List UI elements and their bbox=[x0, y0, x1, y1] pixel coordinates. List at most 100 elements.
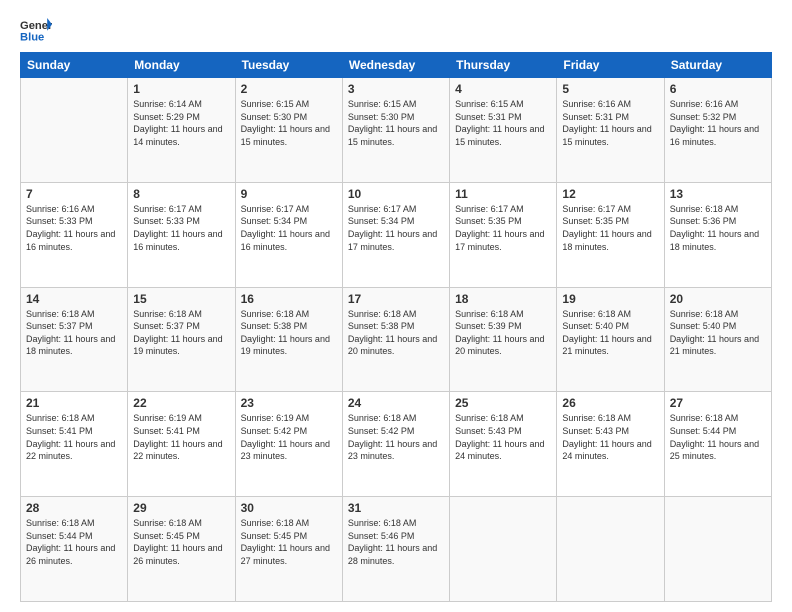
day-number: 5 bbox=[562, 82, 658, 96]
calendar-cell: 4Sunrise: 6:15 AMSunset: 5:31 PMDaylight… bbox=[450, 78, 557, 183]
day-info: Sunrise: 6:18 AMSunset: 5:40 PMDaylight:… bbox=[562, 308, 658, 358]
calendar-cell: 26 Sunrise: 6:18 AMSunset: 5:43 PMDayligh… bbox=[557, 392, 664, 497]
header: General Blue bbox=[20, 16, 772, 44]
calendar-cell: 8 Sunrise: 6:17 AMSunset: 5:33 PMDaylight… bbox=[128, 182, 235, 287]
day-number: 25 bbox=[455, 396, 551, 410]
logo: General Blue bbox=[20, 16, 56, 44]
day-number: 18 bbox=[455, 292, 551, 306]
day-number: 2 bbox=[241, 82, 337, 96]
weekday-header: Friday bbox=[557, 53, 664, 78]
weekday-header: Wednesday bbox=[342, 53, 449, 78]
calendar-week-row: 1Sunrise: 6:14 AMSunset: 5:29 PMDaylight… bbox=[21, 78, 772, 183]
calendar-cell: 13Sunrise: 6:18 AMSunset: 5:36 PMDayligh… bbox=[664, 182, 771, 287]
svg-text:Blue: Blue bbox=[20, 31, 44, 43]
day-number: 19 bbox=[562, 292, 658, 306]
calendar-cell: 16Sunrise: 6:18 AMSunset: 5:38 PMDayligh… bbox=[235, 287, 342, 392]
day-info: Sunrise: 6:17 AMSunset: 5:34 PMDaylight:… bbox=[241, 203, 337, 253]
day-info: Sunrise: 6:18 AMSunset: 5:38 PMDaylight:… bbox=[348, 308, 444, 358]
day-number: 10 bbox=[348, 187, 444, 201]
calendar-cell: 20Sunrise: 6:18 AMSunset: 5:40 PMDayligh… bbox=[664, 287, 771, 392]
weekday-row: SundayMondayTuesdayWednesdayThursdayFrid… bbox=[21, 53, 772, 78]
calendar-week-row: 21 Sunrise: 6:18 AMSunset: 5:41 PMDayligh… bbox=[21, 392, 772, 497]
calendar-cell: 18 Sunrise: 6:18 AMSunset: 5:39 PMDayligh… bbox=[450, 287, 557, 392]
day-number: 26 bbox=[562, 396, 658, 410]
calendar-cell: 22 Sunrise: 6:19 AMSunset: 5:41 PMDayligh… bbox=[128, 392, 235, 497]
day-info: Sunrise: 6:18 AMSunset: 5:38 PMDaylight:… bbox=[241, 308, 337, 358]
calendar-cell: 5 Sunrise: 6:16 AMSunset: 5:31 PMDaylight… bbox=[557, 78, 664, 183]
day-number: 27 bbox=[670, 396, 766, 410]
page: General Blue SundayMondayTuesdayWednesda… bbox=[0, 0, 792, 612]
day-info: Sunrise: 6:14 AMSunset: 5:29 PMDaylight:… bbox=[133, 98, 229, 148]
calendar-cell: 9 Sunrise: 6:17 AMSunset: 5:34 PMDaylight… bbox=[235, 182, 342, 287]
day-info: Sunrise: 6:18 AMSunset: 5:45 PMDaylight:… bbox=[133, 517, 229, 567]
day-info: Sunrise: 6:18 AMSunset: 5:37 PMDaylight:… bbox=[26, 308, 122, 358]
calendar-cell: 28 Sunrise: 6:18 AMSunset: 5:44 PMDayligh… bbox=[21, 497, 128, 602]
day-number: 30 bbox=[241, 501, 337, 515]
calendar-cell: 7 Sunrise: 6:16 AMSunset: 5:33 PMDaylight… bbox=[21, 182, 128, 287]
day-info: Sunrise: 6:18 AMSunset: 5:36 PMDaylight:… bbox=[670, 203, 766, 253]
weekday-header: Sunday bbox=[21, 53, 128, 78]
day-info: Sunrise: 6:16 AMSunset: 5:33 PMDaylight:… bbox=[26, 203, 122, 253]
day-info: Sunrise: 6:18 AMSunset: 5:39 PMDaylight:… bbox=[455, 308, 551, 358]
day-info: Sunrise: 6:18 AMSunset: 5:44 PMDaylight:… bbox=[670, 412, 766, 462]
calendar-week-row: 7 Sunrise: 6:16 AMSunset: 5:33 PMDaylight… bbox=[21, 182, 772, 287]
weekday-header: Tuesday bbox=[235, 53, 342, 78]
day-info: Sunrise: 6:18 AMSunset: 5:44 PMDaylight:… bbox=[26, 517, 122, 567]
calendar-cell: 24Sunrise: 6:18 AMSunset: 5:42 PMDayligh… bbox=[342, 392, 449, 497]
calendar-cell bbox=[450, 497, 557, 602]
day-number: 31 bbox=[348, 501, 444, 515]
day-info: Sunrise: 6:17 AMSunset: 5:33 PMDaylight:… bbox=[133, 203, 229, 253]
day-number: 29 bbox=[133, 501, 229, 515]
day-info: Sunrise: 6:18 AMSunset: 5:45 PMDaylight:… bbox=[241, 517, 337, 567]
weekday-header: Monday bbox=[128, 53, 235, 78]
calendar-cell: 30 Sunrise: 6:18 AMSunset: 5:45 PMDayligh… bbox=[235, 497, 342, 602]
calendar-week-row: 28 Sunrise: 6:18 AMSunset: 5:44 PMDayligh… bbox=[21, 497, 772, 602]
day-number: 28 bbox=[26, 501, 122, 515]
calendar-cell: 19 Sunrise: 6:18 AMSunset: 5:40 PMDayligh… bbox=[557, 287, 664, 392]
day-number: 21 bbox=[26, 396, 122, 410]
calendar-cell: 12Sunrise: 6:17 AMSunset: 5:35 PMDayligh… bbox=[557, 182, 664, 287]
day-info: Sunrise: 6:18 AMSunset: 5:43 PMDaylight:… bbox=[562, 412, 658, 462]
day-info: Sunrise: 6:19 AMSunset: 5:41 PMDaylight:… bbox=[133, 412, 229, 462]
day-info: Sunrise: 6:15 AMSunset: 5:30 PMDaylight:… bbox=[241, 98, 337, 148]
day-number: 3 bbox=[348, 82, 444, 96]
calendar-cell: 11 Sunrise: 6:17 AMSunset: 5:35 PMDayligh… bbox=[450, 182, 557, 287]
day-info: Sunrise: 6:17 AMSunset: 5:35 PMDaylight:… bbox=[455, 203, 551, 253]
day-info: Sunrise: 6:17 AMSunset: 5:34 PMDaylight:… bbox=[348, 203, 444, 253]
calendar-body: 1Sunrise: 6:14 AMSunset: 5:29 PMDaylight… bbox=[21, 78, 772, 602]
day-number: 15 bbox=[133, 292, 229, 306]
day-number: 14 bbox=[26, 292, 122, 306]
day-number: 6 bbox=[670, 82, 766, 96]
calendar-cell: 23Sunrise: 6:19 AMSunset: 5:42 PMDayligh… bbox=[235, 392, 342, 497]
day-number: 11 bbox=[455, 187, 551, 201]
calendar-week-row: 14 Sunrise: 6:18 AMSunset: 5:37 PMDayligh… bbox=[21, 287, 772, 392]
weekday-header: Saturday bbox=[664, 53, 771, 78]
calendar-cell bbox=[557, 497, 664, 602]
day-info: Sunrise: 6:16 AMSunset: 5:32 PMDaylight:… bbox=[670, 98, 766, 148]
day-number: 9 bbox=[241, 187, 337, 201]
day-number: 17 bbox=[348, 292, 444, 306]
calendar-cell: 1Sunrise: 6:14 AMSunset: 5:29 PMDaylight… bbox=[128, 78, 235, 183]
calendar-cell: 15Sunrise: 6:18 AMSunset: 5:37 PMDayligh… bbox=[128, 287, 235, 392]
day-info: Sunrise: 6:15 AMSunset: 5:31 PMDaylight:… bbox=[455, 98, 551, 148]
day-info: Sunrise: 6:18 AMSunset: 5:43 PMDaylight:… bbox=[455, 412, 551, 462]
calendar-cell: 10 Sunrise: 6:17 AMSunset: 5:34 PMDayligh… bbox=[342, 182, 449, 287]
calendar-cell: 3 Sunrise: 6:15 AMSunset: 5:30 PMDaylight… bbox=[342, 78, 449, 183]
day-number: 12 bbox=[562, 187, 658, 201]
day-number: 24 bbox=[348, 396, 444, 410]
day-info: Sunrise: 6:18 AMSunset: 5:41 PMDaylight:… bbox=[26, 412, 122, 462]
day-number: 7 bbox=[26, 187, 122, 201]
day-number: 8 bbox=[133, 187, 229, 201]
calendar-cell: 29 Sunrise: 6:18 AMSunset: 5:45 PMDayligh… bbox=[128, 497, 235, 602]
day-number: 22 bbox=[133, 396, 229, 410]
day-info: Sunrise: 6:15 AMSunset: 5:30 PMDaylight:… bbox=[348, 98, 444, 148]
day-info: Sunrise: 6:16 AMSunset: 5:31 PMDaylight:… bbox=[562, 98, 658, 148]
day-number: 20 bbox=[670, 292, 766, 306]
calendar-cell: 2 Sunrise: 6:15 AMSunset: 5:30 PMDaylight… bbox=[235, 78, 342, 183]
calendar-cell: 21 Sunrise: 6:18 AMSunset: 5:41 PMDayligh… bbox=[21, 392, 128, 497]
calendar-cell bbox=[664, 497, 771, 602]
calendar-table: SundayMondayTuesdayWednesdayThursdayFrid… bbox=[20, 52, 772, 602]
day-info: Sunrise: 6:19 AMSunset: 5:42 PMDaylight:… bbox=[241, 412, 337, 462]
calendar-cell: 31Sunrise: 6:18 AMSunset: 5:46 PMDayligh… bbox=[342, 497, 449, 602]
calendar-cell: 17 Sunrise: 6:18 AMSunset: 5:38 PMDayligh… bbox=[342, 287, 449, 392]
